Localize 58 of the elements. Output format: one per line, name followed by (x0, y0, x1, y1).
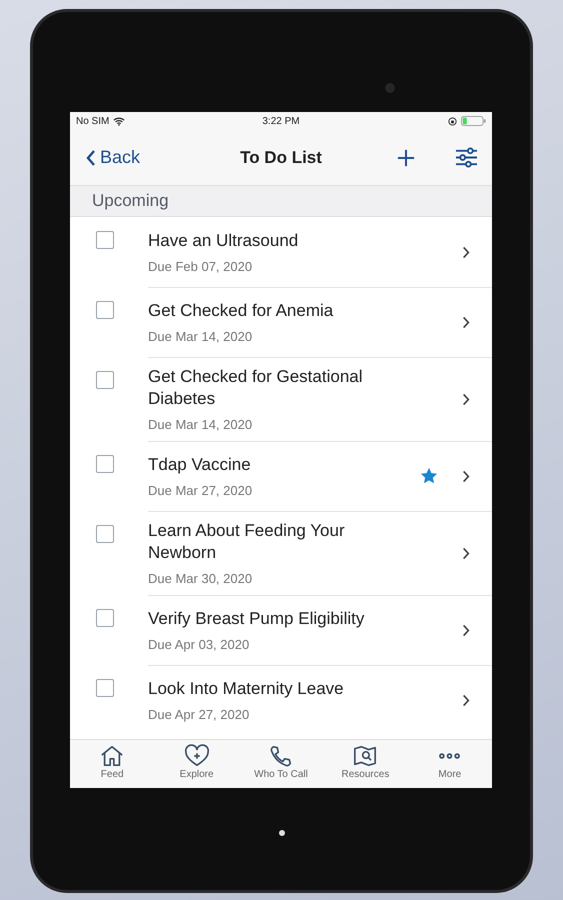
task-title: Have an Ultrasound (148, 230, 300, 252)
task-title: Get Checked for Anemia (148, 300, 334, 322)
rotation-lock-icon (448, 116, 457, 126)
task-title: Verify Breast Pump Eligibility (148, 608, 366, 630)
camera-dot (385, 83, 395, 93)
task-title: Look Into Maternity Leave (148, 678, 345, 700)
checkbox[interactable] (96, 371, 114, 389)
tab-button[interactable]: Feed (70, 740, 154, 788)
due-date: Due Mar 30, 2020 (148, 571, 254, 586)
task-title: Tdap Vaccine (148, 454, 252, 476)
checkbox[interactable] (96, 301, 114, 319)
screen-title: To Do List (240, 148, 322, 168)
task-title: Learn About Feeding Your Newborn (148, 520, 346, 564)
back-label: Back (100, 147, 140, 168)
tab-button[interactable]: Who To Call (238, 740, 324, 788)
map-icon (352, 744, 378, 768)
back-button[interactable]: Back (86, 147, 140, 168)
task-row[interactable]: Have an Ultrasound Due Feb 07, 2020 (70, 217, 492, 287)
chevron-left-icon (86, 150, 96, 166)
checkbox[interactable] (96, 231, 114, 249)
due-date: Due Apr 27, 2020 (148, 707, 250, 722)
home-icon (99, 744, 126, 768)
chevron-right-icon (462, 316, 470, 328)
task-row[interactable]: Tdap Vaccine Due Mar 27, 2020 (70, 441, 492, 511)
chevron-right-icon (462, 546, 470, 560)
task-title: Get Checked for Gestational Diabetes (148, 366, 364, 410)
due-date: Due Mar 27, 2020 (148, 483, 254, 498)
checkbox[interactable] (96, 679, 114, 697)
tab-button[interactable]: Explore (154, 740, 239, 788)
add-icon[interactable] (397, 148, 415, 166)
home-dot (279, 830, 285, 836)
task-row[interactable]: Learn About Feeding Your Newborn Due Mar 30, 2020 (70, 511, 492, 595)
checkbox[interactable] (96, 609, 114, 627)
due-date: Due Mar 14, 2020 (148, 329, 254, 344)
battery-icon (461, 116, 486, 126)
tab-button[interactable]: More (408, 740, 492, 788)
heart-icon (184, 744, 210, 768)
more-icon (439, 753, 460, 759)
chevron-right-icon (462, 470, 470, 482)
due-date: Due Mar 14, 2020 (148, 417, 254, 432)
chevron-right-icon (462, 246, 470, 258)
carrier-text: No SIM (76, 116, 110, 126)
chevron-right-icon (462, 624, 470, 636)
task-row[interactable]: Get Checked for Gestational Diabetes Due Mar 14, 2020 (70, 357, 492, 441)
section-title: Upcoming (92, 191, 169, 211)
due-date: Due Feb 07, 2020 (148, 259, 254, 274)
chevron-right-icon (462, 392, 470, 406)
checkbox[interactable] (96, 525, 114, 543)
wifi-icon (113, 116, 126, 126)
due-date: Due Apr 03, 2020 (148, 637, 250, 652)
task-row[interactable]: Verify Breast Pump Eligibility Due Apr 03, 2020 (70, 595, 492, 665)
checkbox[interactable] (96, 455, 114, 473)
task-row[interactable]: Get Checked for Anemia Due Mar 14, 2020 (70, 287, 492, 357)
settings-icon[interactable] (455, 147, 478, 168)
chevron-right-icon (462, 694, 470, 706)
task-row[interactable]: Look Into Maternity Leave Due Apr 27, 2020 (70, 665, 492, 735)
tab-button[interactable]: Resources (323, 740, 408, 788)
time-text: 3:22 PM (262, 116, 300, 126)
